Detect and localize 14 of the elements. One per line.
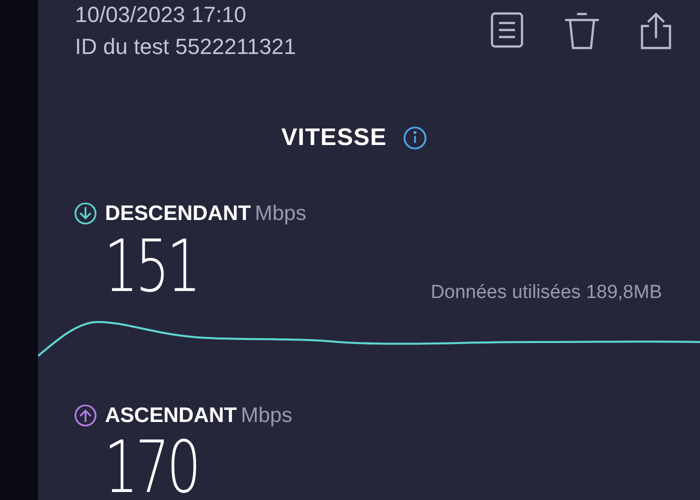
metric-label: DESCENDANT [105,201,251,227]
data-used-text: Données utilisées 189,8MB [430,281,662,305]
speed-value: 170 [104,431,198,500]
unit-label: Mbps [254,201,306,227]
info-icon[interactable] [402,126,427,150]
test-date: 10/03/2023 17:10 [75,2,248,28]
speed-value: 151 [104,230,198,302]
document-icon[interactable] [490,12,524,48]
trash-icon[interactable] [564,12,600,50]
test-id: ID du test 5522211321 [75,34,296,60]
unit-label: Mbps [240,402,292,428]
share-icon[interactable] [640,12,672,50]
section-title: VITESSE [281,123,387,153]
metric-label: ASCENDANT [105,402,237,428]
